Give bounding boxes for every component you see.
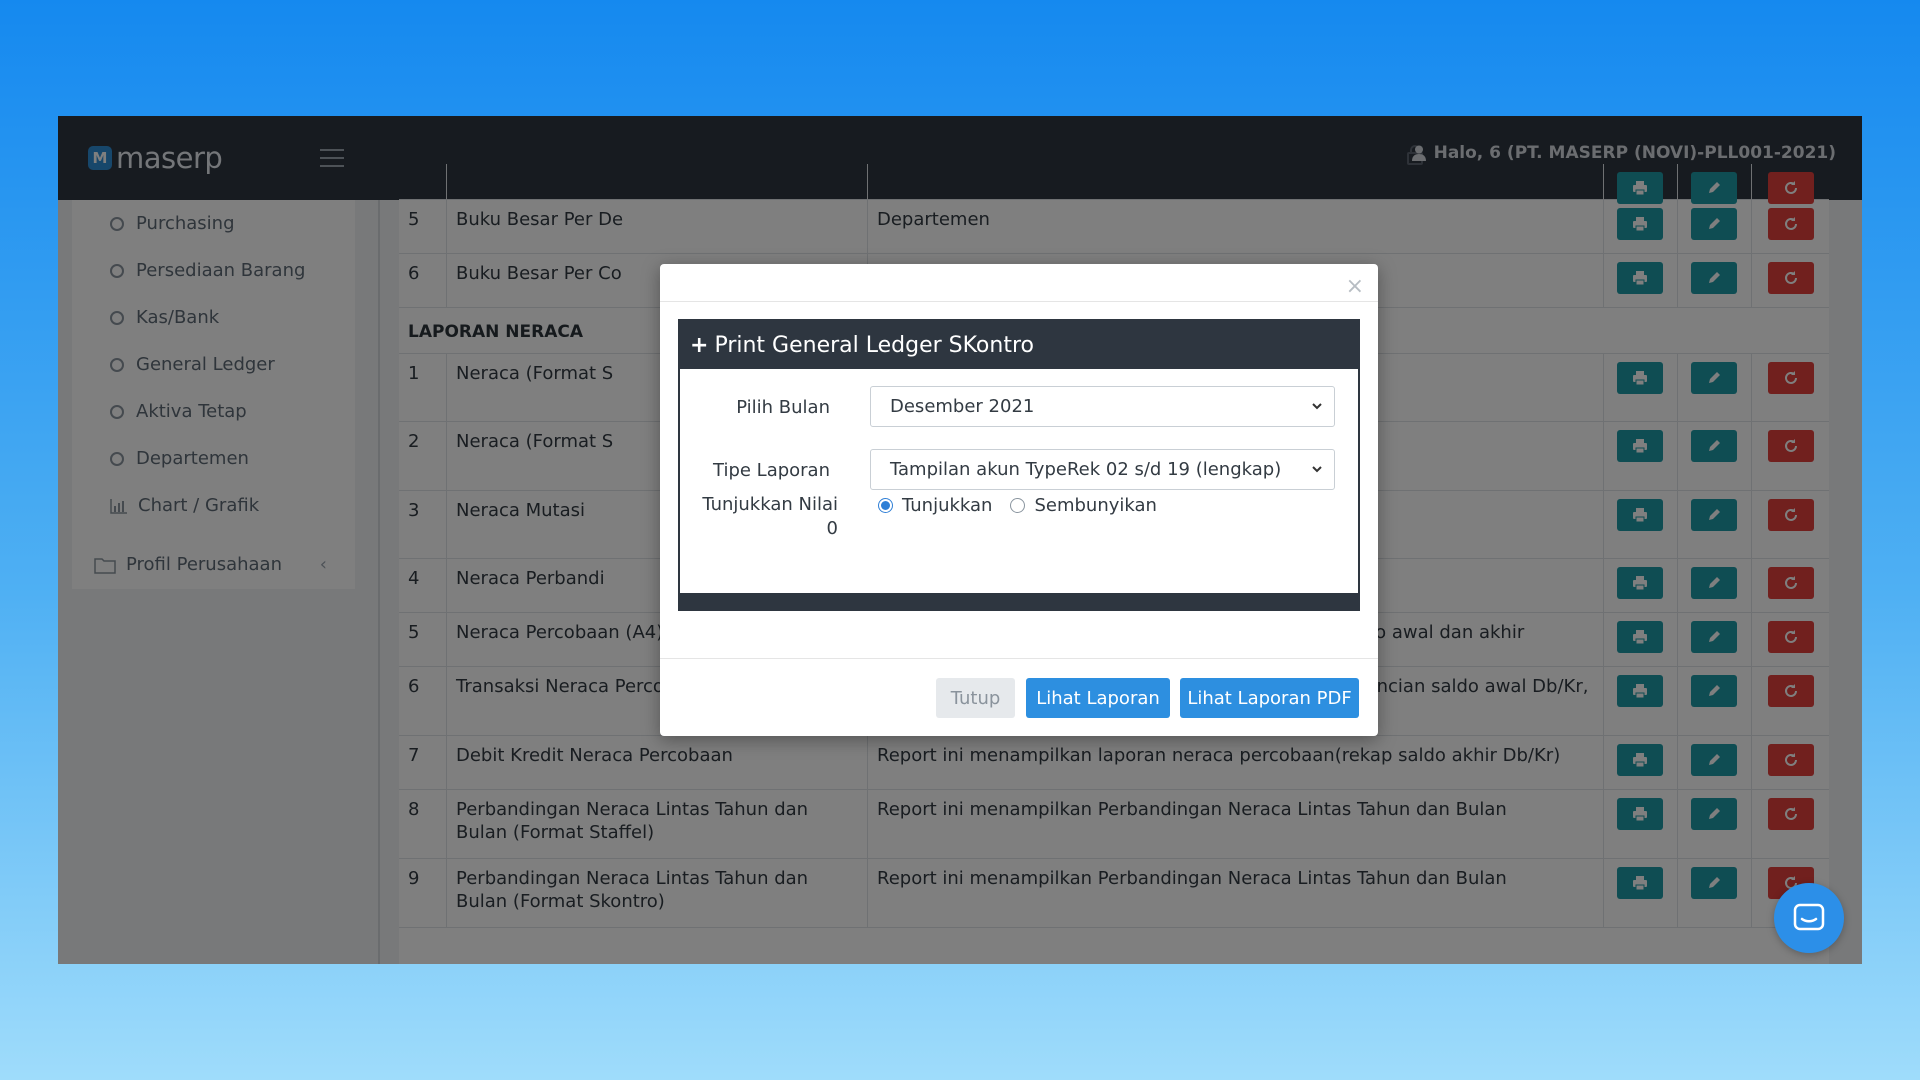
plus-icon: + (690, 332, 709, 358)
print-modal: × + Print General Ledger SKontro Pilih B… (660, 264, 1378, 736)
panel-header: + Print General Ledger SKontro (680, 321, 1358, 369)
view-report-button[interactable]: Lihat Laporan (1026, 678, 1170, 718)
bulan-label: Pilih Bulan (736, 397, 830, 418)
chat-widget-button[interactable] (1774, 883, 1844, 953)
app-window: M maserp Halo, 6 (PT. MASERP (NOVI)-PLL0… (58, 116, 1862, 964)
bulan-select[interactable]: Desember 2021 (870, 386, 1335, 427)
view-pdf-button[interactable]: Lihat Laporan PDF (1180, 678, 1359, 718)
close-icon[interactable]: × (1346, 274, 1364, 299)
chat-icon (1793, 903, 1825, 931)
radio-show-label[interactable]: Tunjukkan (902, 495, 992, 516)
bulan-select-value: Desember 2021 (890, 396, 1035, 417)
chevron-down-icon (1312, 466, 1322, 473)
radio-hide[interactable] (1010, 498, 1026, 513)
tipe-select-value: Tampilan akun TypeRek 02 s/d 19 (lengkap… (890, 459, 1282, 480)
nilai-label: Tunjukkan Nilai 0 (702, 494, 838, 539)
radio-show[interactable] (878, 498, 893, 513)
print-panel: + Print General Ledger SKontro Pilih Bul… (678, 319, 1360, 611)
chevron-down-icon (1312, 403, 1322, 410)
nilai-radio-group: Tunjukkan Sembunyikan (878, 495, 1157, 516)
panel-title: Print General Ledger SKontro (714, 332, 1034, 358)
modal-footer-divider (660, 658, 1378, 659)
radio-hide-label[interactable]: Sembunyikan (1034, 495, 1156, 516)
modal-divider (660, 301, 1378, 302)
tipe-select[interactable]: Tampilan akun TypeRek 02 s/d 19 (lengkap… (870, 449, 1335, 490)
close-button[interactable]: Tutup (936, 678, 1015, 718)
tipe-label: Tipe Laporan (713, 460, 830, 481)
